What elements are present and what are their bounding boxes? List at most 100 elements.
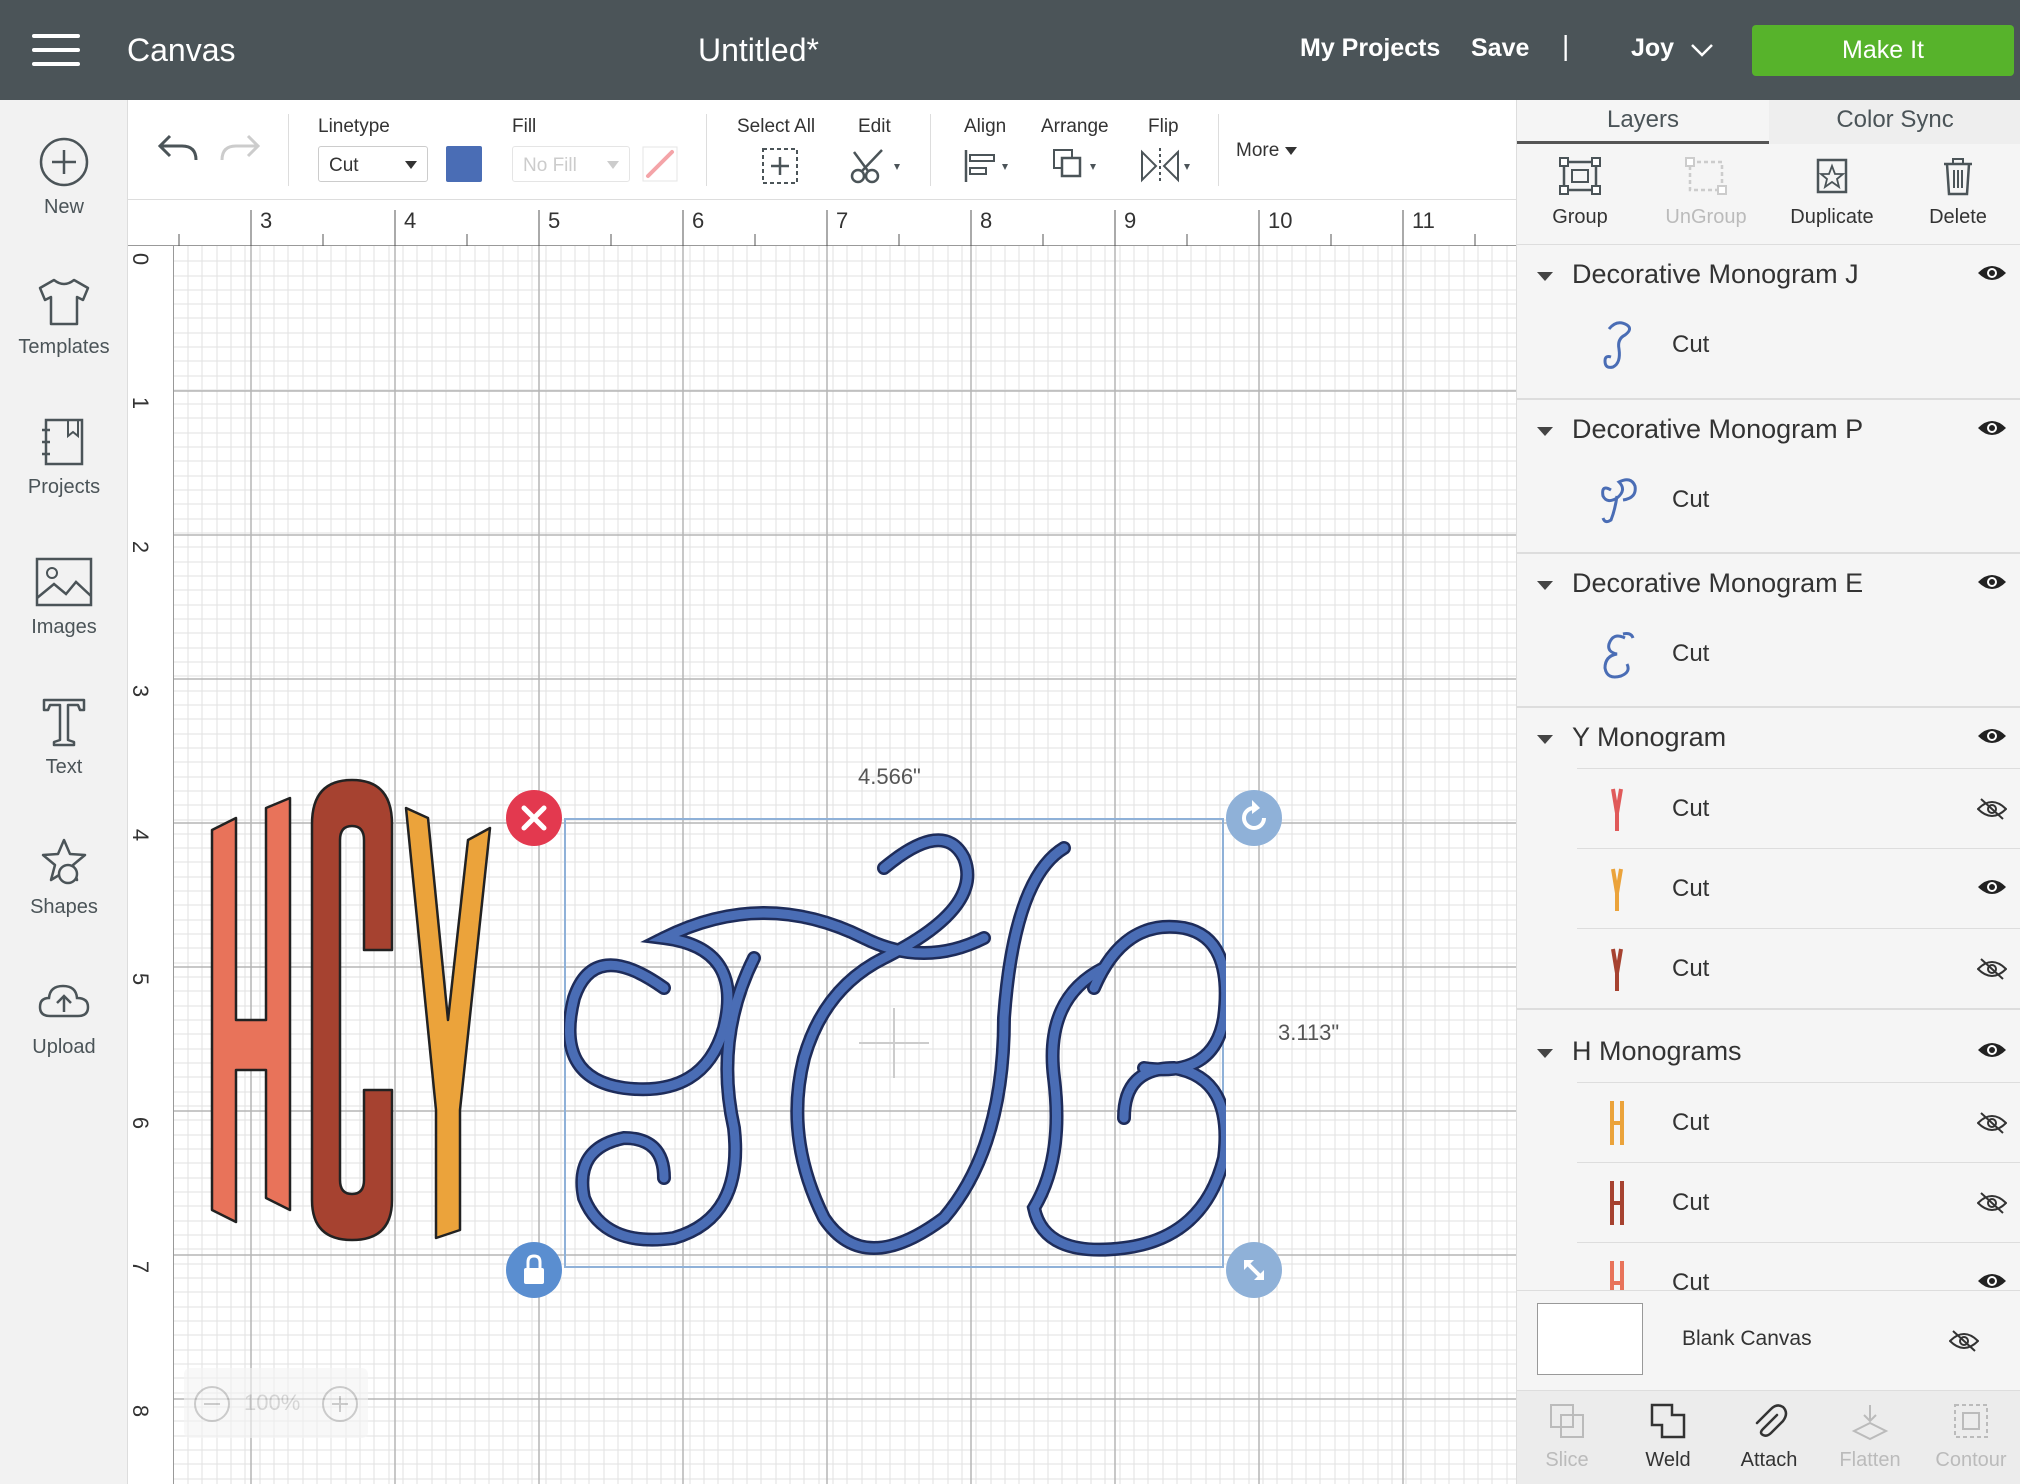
weld-button[interactable]: Weld (1618, 1401, 1718, 1472)
sidebar-item-images[interactable]: Images (0, 556, 128, 639)
eye-hidden-icon[interactable] (1977, 1191, 2007, 1215)
lock-handle-icon[interactable] (504, 1240, 564, 1300)
layer-row[interactable]: Cut (1577, 305, 2020, 385)
eye-icon[interactable] (1977, 1040, 2007, 1060)
attach-button[interactable]: Attach (1719, 1401, 1819, 1472)
layer-row[interactable]: Cut (1577, 928, 2020, 1008)
user-menu[interactable]: Joy (1631, 34, 1674, 63)
sidebar-item-text[interactable]: Text (0, 696, 128, 779)
collapse-triangle-icon[interactable] (1537, 272, 1553, 281)
eye-hidden-icon[interactable] (1977, 1111, 2007, 1135)
tool-label: Weld (1645, 1449, 1691, 1471)
ruler-x-label: 8 (980, 208, 993, 233)
layer-group-name: Y Monogram (1572, 722, 1727, 752)
hamburger-menu-icon[interactable] (32, 34, 80, 66)
layer-row[interactable]: Cut (1577, 1162, 2020, 1242)
redo-icon[interactable] (218, 130, 262, 166)
save-button[interactable]: Save (1471, 34, 1529, 63)
layer-group-header[interactable]: Y Monogram (1517, 708, 2020, 768)
linetype-value: Cut (329, 155, 359, 176)
eye-hidden-icon[interactable] (1949, 1329, 1979, 1353)
eye-hidden-icon[interactable] (1977, 957, 2007, 981)
sidebar-item-label: Shapes (30, 896, 98, 918)
blank-canvas-swatch[interactable] (1537, 1303, 1643, 1375)
contour-button[interactable]: Contour (1921, 1401, 2020, 1472)
eye-icon[interactable] (1977, 1271, 2007, 1291)
pje-monogram-artwork[interactable] (564, 818, 1226, 1270)
more-menu[interactable]: More (1236, 140, 1297, 162)
eye-icon[interactable] (1977, 418, 2007, 438)
tool-label: Delete (1929, 206, 1987, 228)
tab-layers[interactable]: Layers (1517, 100, 1769, 144)
collapse-triangle-icon[interactable] (1537, 581, 1553, 590)
collapse-triangle-icon[interactable] (1537, 735, 1553, 744)
sidebar-item-label: New (43, 196, 84, 218)
hcy-monogram-artwork[interactable] (178, 590, 588, 1250)
eye-icon[interactable] (1977, 726, 2007, 746)
flatten-icon (1851, 1405, 1889, 1441)
height-readout: 3.113" (1278, 1020, 1340, 1045)
layer-group-header[interactable]: H Monograms (1517, 1022, 2020, 1082)
slice-icon (1550, 1404, 1584, 1438)
layer-operation: Cut (1672, 795, 1710, 822)
layer-group-header[interactable]: Decorative Monogram J (1517, 245, 2020, 305)
layer-row[interactable]: Cut (1577, 768, 2020, 848)
image-icon (35, 557, 93, 607)
document-title[interactable]: Untitled* (698, 32, 819, 69)
flatten-button[interactable]: Flatten (1820, 1401, 1920, 1472)
sidebar-item-shapes[interactable]: Shapes (0, 836, 128, 919)
undo-icon[interactable] (156, 130, 200, 166)
bottom-tools: Slice Weld Attach Flatten Contour (1517, 1390, 2020, 1484)
sidebar-item-label: Images (31, 616, 97, 638)
fill-select[interactable]: No Fill (512, 146, 630, 182)
linetype-color-swatch[interactable] (446, 146, 482, 182)
align-icon[interactable] (962, 146, 1018, 186)
eye-icon[interactable] (1977, 572, 2007, 592)
eye-icon[interactable] (1977, 877, 2007, 897)
collapse-triangle-icon[interactable] (1537, 427, 1553, 436)
layer-row[interactable]: Cut (1577, 848, 2020, 928)
zoom-in-icon[interactable] (320, 1384, 360, 1424)
ruler-ticks-horizontal (178, 210, 1476, 246)
ungroup-button[interactable]: UnGroup (1643, 156, 1769, 229)
rotate-handle-icon[interactable] (1224, 788, 1284, 848)
ruler-horizontal: 3 4 5 6 7 8 9 10 11 (128, 200, 1516, 246)
select-all-icon[interactable] (760, 146, 800, 186)
edit-scissors-pencil-icon[interactable] (848, 146, 908, 186)
layer-row[interactable]: Cut (1577, 460, 2020, 540)
contour-icon (1954, 1404, 1988, 1438)
slice-button[interactable]: Slice (1517, 1401, 1617, 1472)
sidebar-item-projects[interactable]: Projects (0, 416, 128, 499)
resize-handle-icon[interactable] (1224, 1240, 1284, 1300)
fill-color-none-icon[interactable] (642, 146, 678, 182)
blank-canvas-row[interactable]: Blank Canvas (1517, 1290, 2020, 1390)
delete-handle-icon[interactable] (504, 788, 564, 848)
tab-color-sync[interactable]: Color Sync (1769, 100, 2020, 144)
collapse-triangle-icon[interactable] (1537, 1049, 1553, 1058)
sidebar-item-new[interactable]: New (0, 136, 128, 219)
eye-icon[interactable] (1977, 263, 2007, 283)
zoom-out-icon[interactable] (192, 1384, 232, 1424)
design-canvas[interactable]: 3 4 5 6 7 8 9 10 11 0 1 2 3 4 5 6 7 8 4.… (128, 200, 1516, 1484)
layer-row[interactable]: Cut (1577, 614, 2020, 694)
my-projects-link[interactable]: My Projects (1300, 34, 1440, 63)
make-it-button[interactable]: Make It (1752, 25, 2014, 76)
group-button[interactable]: Group (1517, 156, 1643, 229)
eye-hidden-icon[interactable] (1977, 797, 2007, 821)
zoom-control: 100% (184, 1368, 368, 1438)
ruler-y-label: 8 (128, 1404, 154, 1418)
sidebar-item-templates[interactable]: Templates (0, 276, 128, 359)
duplicate-button[interactable]: Duplicate (1769, 156, 1895, 229)
more-label: More (1236, 140, 1280, 161)
layer-group-header[interactable]: Decorative Monogram E (1517, 554, 2020, 614)
arrange-icon[interactable] (1050, 146, 1110, 186)
layer-tools: Group UnGroup Duplicate Delete (1517, 144, 2020, 244)
chevron-down-icon[interactable] (1690, 38, 1714, 62)
sidebar-item-upload[interactable]: Upload (0, 976, 128, 1059)
delete-button[interactable]: Delete (1895, 156, 2020, 229)
linetype-select[interactable]: Cut (318, 146, 428, 182)
tool-label: Group (1552, 206, 1608, 228)
flip-icon[interactable] (1138, 146, 1198, 186)
layer-row[interactable]: Cut (1577, 1082, 2020, 1162)
layer-group-header[interactable]: Decorative Monogram P (1517, 400, 2020, 460)
